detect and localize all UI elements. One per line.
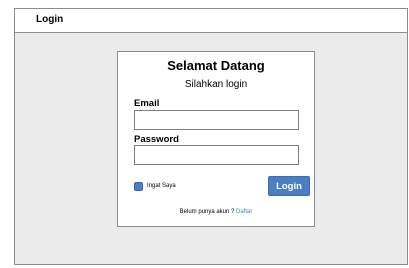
password-label: Password xyxy=(134,134,179,145)
register-prompt-line: Belum punya akun ? Daftar xyxy=(118,209,314,215)
register-prompt-text: Belum punya akun ? xyxy=(179,209,235,215)
login-button[interactable]: Login xyxy=(268,176,310,196)
remember-me-label: Ingat Saya xyxy=(147,183,176,189)
register-link[interactable]: Daftar xyxy=(236,209,252,215)
login-card: Selamat Datang Silahkan login Email Pass… xyxy=(117,51,315,227)
email-label: Email xyxy=(134,98,160,109)
email-field[interactable] xyxy=(134,110,299,130)
remember-me-checkbox[interactable] xyxy=(134,181,143,191)
page-title: Login xyxy=(36,14,64,25)
login-subtitle: Silahkan login xyxy=(184,79,248,90)
remember-me-option[interactable]: Ingat Saya xyxy=(134,180,176,192)
top-bar: Login xyxy=(15,9,407,33)
welcome-title: Selamat Datang xyxy=(167,58,265,73)
password-field[interactable] xyxy=(134,145,299,165)
app-window: Login Selamat Datang Silahkan login Emai… xyxy=(14,8,408,265)
